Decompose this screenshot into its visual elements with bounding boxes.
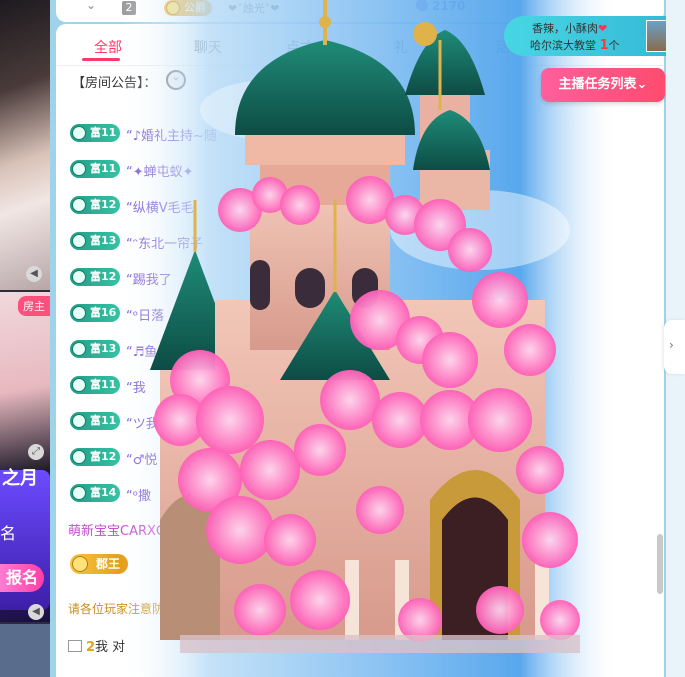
chat-panel: 全部 聊天 点才 礼 活 【房间公告】： ᵕ 富11 “♪婚礼主持~随 富11 … [56, 24, 664, 677]
system-warning: 请各位玩家注意防 [68, 602, 165, 616]
registration-title: 之月 [2, 468, 38, 489]
mic-seat-strip: ◀ 房主 之月 名 报名 ⤢ ◀ [0, 0, 50, 677]
mic-seat-video-1[interactable]: ◀ [0, 0, 50, 290]
chat-user-name[interactable]: “踢我了 [126, 269, 172, 288]
register-button[interactable]: 报名 [0, 564, 44, 592]
tab-song[interactable]: 点才 [286, 37, 314, 57]
wealth-level-badge: 富12 [70, 196, 120, 214]
mic-seat-video-3[interactable] [0, 624, 50, 677]
level-icon [72, 378, 86, 392]
noble-badge: 公爵 [164, 0, 212, 16]
host-task-list-button[interactable]: 主播任务列表⌄ [541, 68, 665, 102]
wealth-level-badge: 富14 [70, 484, 120, 502]
level-icon [72, 234, 86, 248]
gift-message: 2我 对 [68, 636, 125, 655]
wealth-level-badge: 富16 [70, 304, 120, 322]
points-value: 2170 [416, 0, 465, 13]
wealth-level-badge: 富13 [70, 340, 120, 358]
chat-user-name[interactable]: “ᵒ撒 [126, 485, 151, 504]
level-icon [72, 162, 86, 176]
chat-user-name[interactable]: “我 [126, 377, 146, 396]
noble-badge-label: 公爵 [184, 1, 206, 14]
level-icon [72, 342, 86, 356]
wealth-level-badge: 富13 [70, 232, 120, 250]
level-icon [72, 450, 86, 464]
registration-label: 名 [0, 524, 17, 543]
side-panel-toggle[interactable]: › [664, 320, 685, 374]
chat-user-name[interactable]: “纵横V毛毛 [126, 197, 194, 216]
ad-line-1: 香辣，小酥肉❤ [532, 22, 608, 35]
host-badge: 房主 [18, 296, 50, 316]
wealth-level-badge: 富11 [70, 412, 120, 430]
top-user-name[interactable]: ❤ˇ烛光ˇ❤ [228, 0, 279, 16]
rank-index: 2 [122, 1, 136, 15]
noble-icon [166, 1, 180, 15]
lightning-icon [416, 0, 428, 11]
level-icon [72, 306, 86, 320]
wealth-level-badge: 富12 [70, 268, 120, 286]
chat-user-name[interactable]: “✦蝉屯蚁✦ [126, 161, 194, 180]
guest-message[interactable]: 萌新宝宝CARXG4 [68, 520, 174, 539]
smile-emoji-icon: ᵕ [166, 70, 186, 90]
wealth-level-badge: 富11 [70, 160, 120, 178]
tab-all[interactable]: 全部 [94, 37, 122, 57]
tab-chat[interactable]: 聊天 [194, 37, 222, 57]
tab-underline [82, 58, 120, 61]
chat-scrollbar[interactable] [657, 534, 663, 594]
wealth-level-badge: 富12 [70, 448, 120, 466]
chat-user-name[interactable]: “ᵔ东北一帘子 [126, 233, 203, 252]
chevron-right-icon: › [669, 338, 674, 352]
chat-user-name[interactable]: “ᵒ日落 [126, 305, 164, 324]
wealth-level-badge: 富11 [70, 376, 120, 394]
wealth-level-badge: 富11 [70, 124, 120, 142]
live-room: ◀ 房主 之月 名 报名 ⤢ ◀ ⌄ 2 公爵 ❤ˇ烛光ˇ❤ 2170 全部 聊… [0, 0, 685, 677]
chevron-down-icon[interactable]: ⌄ [86, 0, 96, 12]
tab-gift[interactable]: 礼 [394, 37, 408, 57]
crown-icon [72, 556, 88, 572]
level-icon [72, 486, 86, 500]
image-icon [68, 640, 82, 652]
speaker-icon-2[interactable]: ◀ [28, 604, 44, 620]
gift-message-text: 我 对 [95, 640, 126, 655]
room-notice-label: 【房间公告】： [72, 76, 157, 91]
heart-icon: ❤ [598, 22, 608, 35]
chat-user-name[interactable]: “♬鱼 [126, 341, 157, 360]
chat-user-name[interactable]: “♪婚礼主持~随 [126, 125, 217, 144]
level-icon [72, 270, 86, 284]
ad-line-2: 哈尔滨大教堂 1个 [530, 38, 620, 53]
speaker-icon[interactable]: ◀ [26, 266, 42, 282]
level-icon [72, 414, 86, 428]
gift-ad-banner[interactable]: 香辣，小酥肉❤ 哈尔滨大教堂 1个 [504, 16, 682, 56]
chat-user-name[interactable]: “ツ我 [126, 413, 159, 432]
chat-user-name[interactable]: “♂悦 [126, 449, 157, 468]
gift-count: 2 [86, 640, 96, 655]
level-icon [72, 126, 86, 140]
expand-icon[interactable]: ⤢ [28, 444, 44, 460]
level-icon [72, 198, 86, 212]
prince-badge: 郡王 [70, 554, 128, 574]
